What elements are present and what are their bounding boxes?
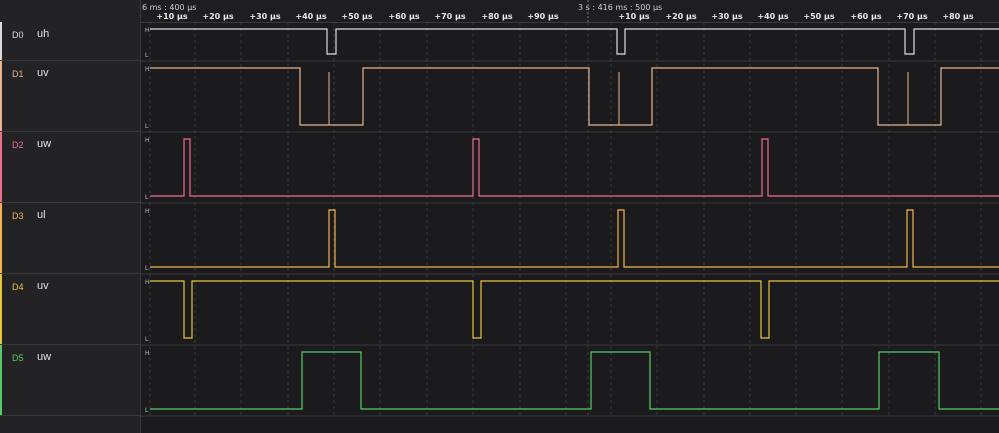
waveform-trace-d5: [150, 351, 999, 410]
level-low-label: L: [145, 336, 149, 343]
level-high-label: H: [145, 350, 150, 357]
level-high-label: H: [145, 208, 150, 215]
level-low-label: L: [145, 194, 149, 201]
waveform-trace-d2: [150, 138, 999, 197]
logic-analyzer-app: D0 uh D1 uv D2 uw D3 ul D4 uv D5 uw 6 ms…: [0, 0, 999, 433]
waveform-trace-d1: [150, 67, 999, 126]
level-high-label: H: [145, 137, 150, 144]
waveform-trace-d3: [150, 209, 999, 268]
level-low-label: L: [145, 123, 149, 130]
waveform-trace-d0: [150, 28, 999, 55]
level-high-label: H: [145, 279, 150, 286]
waveform-area[interactable]: HLHLHLHLHLHL: [0, 0, 999, 433]
level-high-label: H: [145, 27, 150, 34]
level-high-label: H: [145, 66, 150, 73]
waveform-trace-d4: [150, 280, 999, 339]
level-low-label: L: [145, 52, 149, 59]
level-low-label: L: [145, 265, 149, 272]
level-low-label: L: [145, 407, 149, 414]
